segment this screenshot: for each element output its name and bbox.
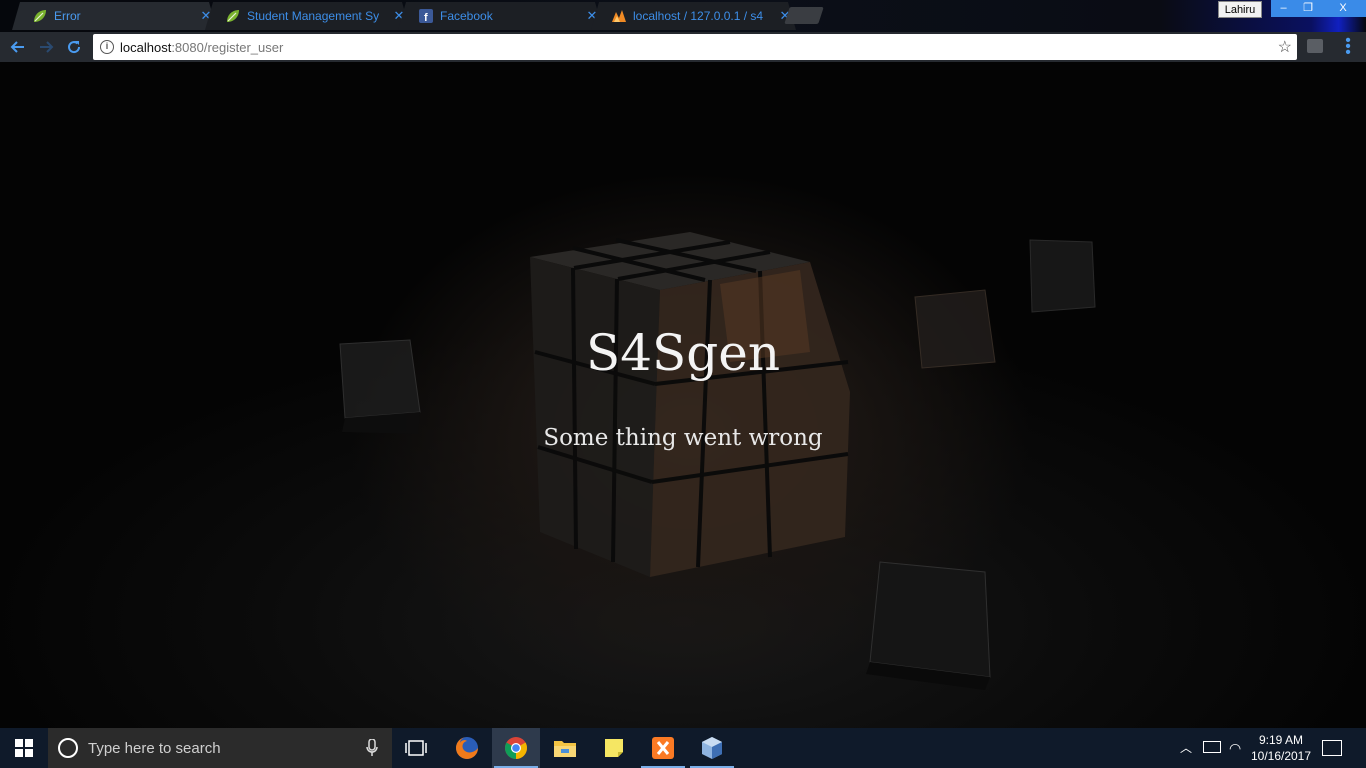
- start-button[interactable]: [0, 728, 48, 768]
- tab-student-management[interactable]: Student Management Sy ✕: [205, 2, 410, 30]
- forward-arrow-icon: [40, 41, 54, 53]
- clock-date: 10/16/2017: [1250, 749, 1312, 763]
- url-path: :8080/register_user: [171, 39, 284, 55]
- url-host: localhost: [120, 39, 172, 55]
- minimize-button[interactable]: –: [1271, 0, 1296, 17]
- search-placeholder: Type here to search: [88, 739, 221, 757]
- taskbar: Type here to search ︿ ◠ 9:19 AM 10/16/20…: [0, 728, 1366, 768]
- chrome-icon[interactable]: [492, 728, 540, 768]
- svg-text:f: f: [424, 12, 428, 23]
- tab-title: Error: [54, 9, 81, 23]
- background-cubes-image: [339, 232, 1096, 690]
- spring-leaf-icon: [225, 8, 241, 24]
- clock-time: 9:19 AM: [1258, 733, 1304, 747]
- tab-title: Student Management Sy: [247, 9, 380, 23]
- tab-title: Facebook: [440, 9, 493, 23]
- facebook-icon: f: [418, 8, 434, 24]
- address-bar[interactable]: i localhost:8080/register_user ☆: [93, 34, 1297, 60]
- tab-error[interactable]: Error ✕: [12, 2, 217, 30]
- bookmark-star-icon[interactable]: ☆: [1278, 37, 1292, 57]
- virtualbox-icon[interactable]: [688, 728, 736, 768]
- camera-icon[interactable]: [1307, 39, 1323, 53]
- windows-logo-icon: [15, 739, 33, 757]
- back-arrow-icon: [10, 41, 24, 53]
- microphone-icon[interactable]: [366, 739, 378, 757]
- tab-strip: Error ✕ Student Management Sy ✕ f Facebo…: [0, 0, 1366, 32]
- maximize-button[interactable]: ❐: [1296, 0, 1320, 17]
- back-button[interactable]: [7, 36, 29, 58]
- tab-phpmyadmin[interactable]: localhost / 127.0.0.1 / s4 ✕: [591, 2, 796, 30]
- error-message: Some thing went wrong: [543, 425, 823, 451]
- file-explorer-icon[interactable]: [541, 728, 589, 768]
- cortana-icon: [58, 738, 78, 758]
- forward-button[interactable]: [35, 36, 57, 58]
- phpmyadmin-icon: [611, 8, 627, 24]
- tab-facebook[interactable]: f Facebook ✕: [398, 2, 603, 30]
- sticky-notes-icon[interactable]: [590, 728, 638, 768]
- clock[interactable]: 9:19 AM 10/16/2017: [1247, 732, 1315, 764]
- new-tab-button[interactable]: [784, 7, 824, 24]
- site-title: S4Sgen: [585, 324, 781, 382]
- firefox-icon[interactable]: [443, 728, 491, 768]
- page-content: S4Sgen Some thing went wrong: [0, 62, 1366, 728]
- tab-title: localhost / 127.0.0.1 / s4: [633, 9, 764, 23]
- chevron-up-icon[interactable]: ︿: [1180, 739, 1192, 756]
- notification-icon[interactable]: [1322, 740, 1342, 756]
- menu-icon[interactable]: • • •: [1343, 33, 1353, 61]
- reload-button[interactable]: [63, 36, 85, 58]
- task-view-icon[interactable]: [392, 728, 440, 768]
- close-window-button[interactable]: X: [1320, 0, 1366, 17]
- profile-button[interactable]: Lahiru: [1218, 1, 1262, 18]
- taskbar-search[interactable]: Type here to search: [48, 728, 392, 768]
- spring-leaf-icon: [32, 8, 48, 24]
- wifi-icon[interactable]: ◠: [1229, 740, 1241, 757]
- battery-icon[interactable]: [1203, 741, 1221, 753]
- browser-toolbar: i localhost:8080/register_user ☆ • • •: [0, 32, 1366, 62]
- reload-icon: [68, 41, 81, 54]
- xampp-icon[interactable]: [639, 728, 687, 768]
- info-icon[interactable]: i: [100, 40, 114, 54]
